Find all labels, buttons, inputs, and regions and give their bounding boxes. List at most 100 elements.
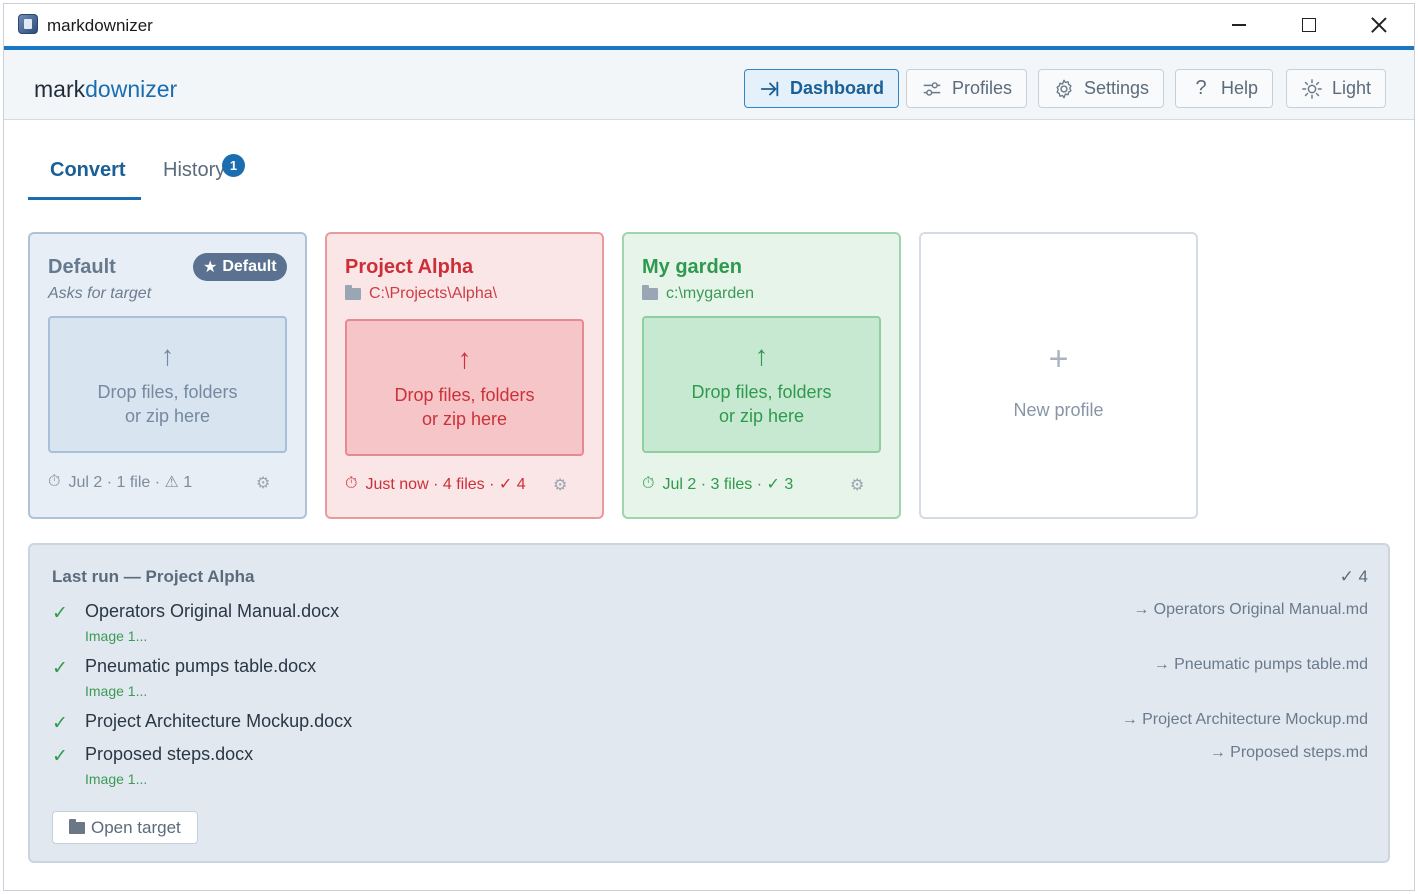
app-icon xyxy=(18,14,38,34)
theme-toggle-button[interactable]: Light xyxy=(1286,69,1387,108)
star-icon: ★ xyxy=(203,259,218,276)
active-tab-indicator xyxy=(28,197,141,200)
dashboard-label: Dashboard xyxy=(790,78,885,98)
profile-path: c:\mygarden xyxy=(642,285,754,303)
profile-card-default[interactable]: Default ★ Default Asks for target ↑ Drop … xyxy=(28,232,307,519)
settings-label: Settings xyxy=(1084,78,1150,98)
default-badge: ★ Default xyxy=(193,253,287,281)
last-run-title: Last run — Project Alpha xyxy=(52,567,255,586)
close-icon xyxy=(1371,17,1387,33)
drop-zone-line1: Drop files, folders xyxy=(691,381,832,402)
item-note: Image 1... xyxy=(85,683,148,699)
dashboard-button[interactable]: Dashboard xyxy=(744,69,900,108)
sliders-icon xyxy=(923,81,941,96)
profile-card-my-garden[interactable]: My garden c:\mygarden ↑ Drop files, fold… xyxy=(622,232,901,519)
check-icon: ✓ xyxy=(52,658,68,679)
help-label: Help xyxy=(1221,78,1259,98)
check-icon: ✓ xyxy=(52,603,68,624)
brand-part2: downizer xyxy=(85,76,178,102)
target-file[interactable]: → Project Architecture Mockup.md xyxy=(1122,711,1368,729)
drop-zone[interactable]: ↑ Drop files, folders or zip here xyxy=(48,316,287,453)
brand-part1: mark xyxy=(34,76,86,102)
profile-settings-icon[interactable]: ⚙ xyxy=(553,475,567,495)
sun-icon xyxy=(1302,78,1322,99)
list-item: ✓ Proposed steps.docx → Proposed steps.m… xyxy=(52,744,1368,768)
profile-status-text: Jul 2 · 3 files · ✓ 3 xyxy=(662,476,794,493)
app-window: markdownizer markdownizer Dashboard Prof… xyxy=(3,3,1415,891)
profile-status-text: Just now · 4 files · ✓ 4 xyxy=(365,476,526,493)
timer-icon: ⏱ xyxy=(48,473,61,490)
default-badge-label: Default xyxy=(222,258,277,275)
drop-zone[interactable]: ↑ Drop files, folders or zip here xyxy=(345,319,584,456)
title-bar[interactable]: markdownizer xyxy=(4,4,1414,46)
folder-icon xyxy=(642,285,658,300)
upload-arrow-icon: ↑ xyxy=(754,339,769,371)
open-target-button[interactable]: Open target xyxy=(52,811,198,844)
source-file: Operators Original Manual.docx xyxy=(85,601,340,621)
maximize-button[interactable] xyxy=(1274,4,1344,46)
help-button[interactable]: ? Help xyxy=(1175,69,1274,108)
tab-history[interactable]: History xyxy=(163,159,225,182)
check-icon: ✓ xyxy=(52,746,68,767)
minimize-button[interactable] xyxy=(1204,4,1274,46)
drop-zone-line1: Drop files, folders xyxy=(394,384,535,405)
profile-status: ⏱ Jul 2 · 1 file · ⚠ 1 xyxy=(48,472,192,492)
timer-icon: ⏱ xyxy=(345,475,358,492)
theme-label: Light xyxy=(1332,78,1372,98)
brand-logo: markdownizer xyxy=(34,76,177,103)
close-button[interactable] xyxy=(1344,4,1414,46)
profile-status: ⏱ Just now · 4 files · ✓ 4 xyxy=(345,474,526,494)
profile-name: My garden xyxy=(642,256,743,278)
help-icon: ? xyxy=(1195,77,1207,99)
drop-zone-line2: or zip here xyxy=(718,405,805,426)
gear-icon xyxy=(1056,79,1072,98)
source-file: Pneumatic pumps table.docx xyxy=(85,656,317,676)
plus-icon: + xyxy=(1048,340,1069,378)
drop-zone[interactable]: ↑ Drop files, folders or zip here xyxy=(642,316,881,453)
profiles-label: Profiles xyxy=(952,78,1013,98)
profile-path: C:\Projects\Alpha\ xyxy=(345,285,497,303)
last-run-count: ✓ 4 xyxy=(1339,567,1368,586)
new-profile-card[interactable]: + New profile xyxy=(919,232,1198,519)
target-file[interactable]: → Proposed steps.md xyxy=(1210,744,1368,762)
drop-zone-line2: or zip here xyxy=(124,405,211,426)
app-header: markdownizer Dashboard Profiles Settings… xyxy=(4,50,1414,120)
list-item: ✓ Pneumatic pumps table.docx → Pneumatic… xyxy=(52,656,1368,680)
list-item: ✓ Operators Original Manual.docx → Opera… xyxy=(52,601,1368,625)
profile-status: ⏱ Jul 2 · 3 files · ✓ 3 xyxy=(642,474,793,494)
profile-path-text: C:\Projects\Alpha\ xyxy=(369,285,498,302)
history-count-badge: 1 xyxy=(222,154,245,177)
profile-path-text: c:\mygarden xyxy=(666,285,755,302)
settings-button[interactable]: Settings xyxy=(1038,69,1165,108)
folder-icon xyxy=(69,818,85,834)
target-file[interactable]: → Pneumatic pumps table.md xyxy=(1154,656,1368,674)
dashboard-icon xyxy=(760,81,779,96)
drop-zone-line1: Drop files, folders xyxy=(97,381,238,402)
profiles-button[interactable]: Profiles xyxy=(906,69,1028,108)
new-profile-label: New profile xyxy=(1013,400,1104,420)
upload-arrow-icon: ↑ xyxy=(160,339,175,371)
last-run-panel: Last run — Project Alpha ✓ 4 ✓ Operators… xyxy=(28,543,1390,863)
item-note: Image 1... xyxy=(85,628,148,644)
maximize-icon xyxy=(1302,18,1316,32)
profile-name: Default xyxy=(48,256,116,278)
drop-zone-line2: or zip here xyxy=(421,408,508,429)
profile-subtitle: Asks for target xyxy=(48,285,152,302)
source-file: Project Architecture Mockup.docx xyxy=(85,711,353,731)
check-icon: ✓ xyxy=(52,713,68,734)
profile-card-project-alpha[interactable]: Project Alpha C:\Projects\Alpha\ ↑ Drop … xyxy=(325,232,604,519)
profile-settings-icon[interactable]: ⚙ xyxy=(256,473,270,493)
profile-name: Project Alpha xyxy=(345,256,474,278)
profile-status-text: Jul 2 · 1 file · ⚠ 1 xyxy=(68,474,193,491)
folder-icon xyxy=(345,285,361,300)
tab-convert[interactable]: Convert xyxy=(50,159,126,182)
item-note: Image 1... xyxy=(85,771,148,787)
list-item: ✓ Project Architecture Mockup.docx → Pro… xyxy=(52,711,1368,735)
source-file: Proposed steps.docx xyxy=(85,744,254,764)
profile-settings-icon[interactable]: ⚙ xyxy=(850,475,864,495)
minimize-icon xyxy=(1232,24,1246,26)
window-title: markdownizer xyxy=(47,16,153,35)
open-target-label: Open target xyxy=(91,817,181,837)
target-file[interactable]: → Operators Original Manual.md xyxy=(1133,601,1368,619)
timer-icon: ⏱ xyxy=(642,475,655,492)
